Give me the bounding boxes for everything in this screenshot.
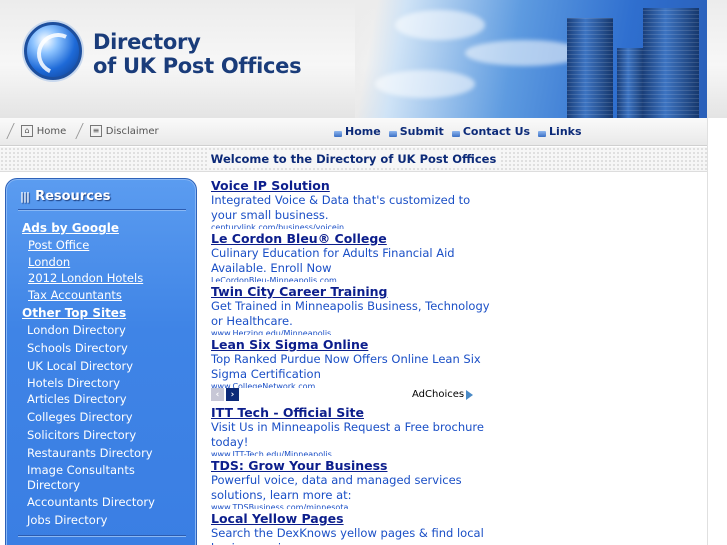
adchoices-icon (466, 389, 474, 400)
ad-unit: Le Cordon Bleu® College Culinary Educati… (211, 231, 491, 282)
ad-pager: ‹ › (211, 388, 239, 401)
site-header: Directory of UK Post Offices (0, 0, 727, 118)
nav-right-links: Home Submit Contact Us Links (334, 125, 582, 138)
sidebar-heading: ||| Resources (20, 189, 111, 204)
ad-description[interactable]: Search the DexKnows yellow pages & find … (211, 526, 491, 545)
directory-link[interactable]: Restaurants Directory (27, 446, 187, 461)
directory-link[interactable]: Hotels Directory (27, 376, 187, 391)
welcome-text: Welcome to the Directory of UK Post Offi… (206, 152, 501, 166)
ad-title[interactable]: Voice IP Solution (211, 178, 491, 193)
directory-link[interactable]: Accountants Directory (27, 495, 187, 510)
sidebar-divider (18, 209, 186, 211)
ad-url[interactable]: www.CollegeNetwork.com (211, 382, 491, 388)
directory-link[interactable]: Jobs Directory (27, 513, 187, 528)
document-icon: ≡ (89, 125, 102, 137)
nav-left-tabs: ⌂ Home ≡ Disclaimer (6, 123, 171, 139)
ad-unit: Lean Six Sigma Online Top Ranked Purdue … (211, 337, 491, 388)
ad-url[interactable]: LeCordonBleu-Minneapolis.com (211, 276, 491, 282)
directory-link[interactable]: Solicitors Directory (27, 428, 187, 443)
ad-description[interactable]: Visit Us in Minneapolis Request a Free b… (211, 420, 491, 450)
ad-title[interactable]: TDS: Grow Your Business (211, 458, 491, 473)
header-banner (355, 0, 707, 118)
nav-link-home-label: Home (345, 125, 381, 138)
top-navigation: ⌂ Home ≡ Disclaimer Home Submit Contact … (0, 118, 707, 146)
site-title-line1: Directory (93, 30, 201, 54)
ad-unit: Twin City Career Training Get Trained in… (211, 284, 491, 335)
nav-link-links[interactable]: Links (538, 125, 582, 138)
nav-bullet-icon (451, 131, 460, 137)
adchoices-label: AdChoices (412, 389, 465, 400)
ad-description[interactable]: Culinary Education for Adults Financial … (211, 246, 491, 276)
ad-description[interactable]: Get Trained in Minneapolis Business, Tec… (211, 299, 491, 329)
ads-by-google-link[interactable]: Ads by Google (22, 221, 119, 235)
ad-url[interactable]: www.TDSBusiness.com/minnesota (211, 503, 491, 509)
ad-unit: Voice IP Solution Integrated Voice & Dat… (211, 178, 491, 229)
chevron-left-icon: ‹ (215, 389, 220, 400)
nav-link-home[interactable]: Home (334, 125, 381, 138)
nav-link-submit-label: Submit (399, 125, 444, 138)
nav-tab-disclaimer-label: Disclaimer (105, 125, 159, 137)
adchoices-link[interactable]: AdChoices (412, 389, 474, 400)
sidebar-ad-link[interactable]: Tax Accountants (28, 288, 122, 303)
ad-title[interactable]: Local Yellow Pages (211, 511, 491, 526)
home-icon: ⌂ (21, 125, 33, 137)
ad-url[interactable]: www.ITT-Tech.edu/Minneapolis (211, 450, 491, 456)
nav-link-contact[interactable]: Contact Us (451, 125, 531, 138)
ad-title[interactable]: Lean Six Sigma Online (211, 337, 491, 352)
site-title-line2: of UK Post Offices (93, 54, 302, 78)
nav-link-submit[interactable]: Submit (388, 125, 444, 138)
directory-link[interactable]: Colleges Directory (27, 410, 187, 425)
ad-unit: Local Yellow Pages Search the DexKnows y… (211, 511, 491, 545)
welcome-bar: Welcome to the Directory of UK Post Offi… (0, 147, 707, 172)
directory-link[interactable]: Image Consultants Directory (27, 463, 157, 493)
ad-title[interactable]: ITT Tech - Official Site (211, 405, 491, 420)
directory-link[interactable]: Schools Directory (27, 341, 187, 356)
sidebar-ad-link[interactable]: Post Office (28, 238, 89, 253)
nav-bullet-icon (538, 131, 547, 137)
sidebar-ad-link[interactable]: 2012 London Hotels (28, 271, 143, 286)
ad-url[interactable]: centurylink.com/business/voicein (211, 223, 491, 229)
ad-description[interactable]: Integrated Voice & Data that's customize… (211, 193, 491, 223)
sidebar-ad-link[interactable]: London (28, 255, 70, 270)
nav-tab-home[interactable]: ⌂ Home (6, 123, 79, 139)
ad-unit: TDS: Grow Your Business Powerful voice, … (211, 458, 491, 509)
resources-sidebar: ||| Resources Ads by Google Post Office … (5, 178, 197, 545)
ad-description[interactable]: Powerful voice, data and managed service… (211, 473, 491, 503)
sidebar-divider (18, 535, 186, 537)
chevron-right-icon: › (230, 389, 235, 400)
ad-title[interactable]: Le Cordon Bleu® College (211, 231, 491, 246)
ad-description[interactable]: Top Ranked Purdue Now Offers Online Lean… (211, 352, 491, 382)
right-gutter (707, 118, 727, 545)
site-logo-icon[interactable] (24, 22, 82, 80)
ad-title[interactable]: Twin City Career Training (211, 284, 491, 299)
nav-bullet-icon (334, 131, 342, 137)
directory-link[interactable]: London Directory (27, 323, 187, 338)
nav-link-contact-label: Contact Us (462, 125, 531, 138)
directory-link[interactable]: UK Local Directory (27, 359, 187, 374)
prev-ad-button[interactable]: ‹ (211, 388, 224, 401)
next-ad-button[interactable]: › (226, 388, 239, 401)
ad-url[interactable]: www.Herzing.edu/Minneapolis (211, 329, 491, 335)
directory-link[interactable]: Articles Directory (27, 392, 187, 407)
other-top-sites-heading: Other Top Sites (22, 306, 127, 320)
bars-icon: ||| (20, 190, 30, 203)
sidebar-heading-label: Resources (35, 189, 111, 204)
ad-unit: ITT Tech - Official Site Visit Us in Min… (211, 405, 491, 456)
nav-bullet-icon (388, 131, 397, 137)
nav-tab-disclaimer[interactable]: ≡ Disclaimer (74, 123, 171, 139)
nav-tab-home-label: Home (37, 125, 67, 137)
nav-link-links-label: Links (549, 125, 582, 138)
site-title[interactable]: Directory of UK Post Offices (93, 30, 302, 78)
